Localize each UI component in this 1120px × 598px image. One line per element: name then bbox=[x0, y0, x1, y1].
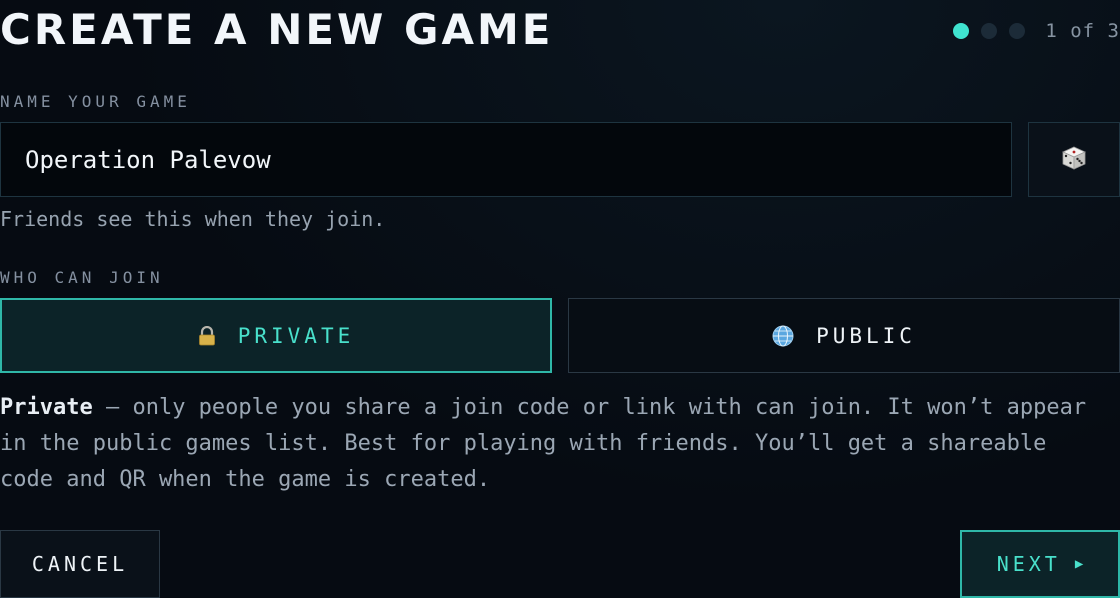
privacy-description-body: — only people you share a join code or l… bbox=[0, 395, 1087, 492]
private-option-button[interactable]: PRIVATE bbox=[0, 298, 552, 373]
name-helper-text: Friends see this when they join. bbox=[0, 207, 386, 231]
privacy-description: Private — only people you share a join c… bbox=[0, 390, 1110, 498]
privacy-description-term: Private bbox=[0, 395, 93, 420]
randomize-name-button[interactable] bbox=[1028, 122, 1120, 197]
next-button-label: NEXT bbox=[996, 552, 1061, 576]
step-counter: 1 of 3 bbox=[1045, 20, 1120, 42]
private-option-label: PRIVATE bbox=[237, 323, 355, 348]
game-name-input[interactable] bbox=[0, 122, 1012, 197]
cancel-button[interactable]: CANCEL bbox=[0, 530, 160, 598]
join-section-label: WHO CAN JOIN bbox=[0, 268, 164, 287]
lock-icon bbox=[198, 325, 216, 346]
public-option-button[interactable]: PUBLIC bbox=[568, 298, 1120, 373]
name-section-label: NAME YOUR GAME bbox=[0, 92, 191, 111]
create-game-dialog: CREATE A NEW GAME 1 of 3 NAME YOUR GAME … bbox=[0, 0, 1120, 598]
step-dot-1 bbox=[953, 23, 970, 39]
globe-icon bbox=[772, 325, 794, 347]
play-arrow-icon: ▶ bbox=[1074, 556, 1084, 572]
step-dot-2 bbox=[981, 23, 998, 39]
page-title: CREATE A NEW GAME bbox=[0, 5, 554, 54]
next-button[interactable]: NEXT ▶ bbox=[960, 530, 1120, 598]
step-indicator: 1 of 3 bbox=[953, 17, 1120, 45]
step-dot-3 bbox=[1009, 23, 1026, 39]
dice-icon bbox=[1061, 145, 1087, 175]
public-option-label: PUBLIC bbox=[816, 323, 916, 348]
